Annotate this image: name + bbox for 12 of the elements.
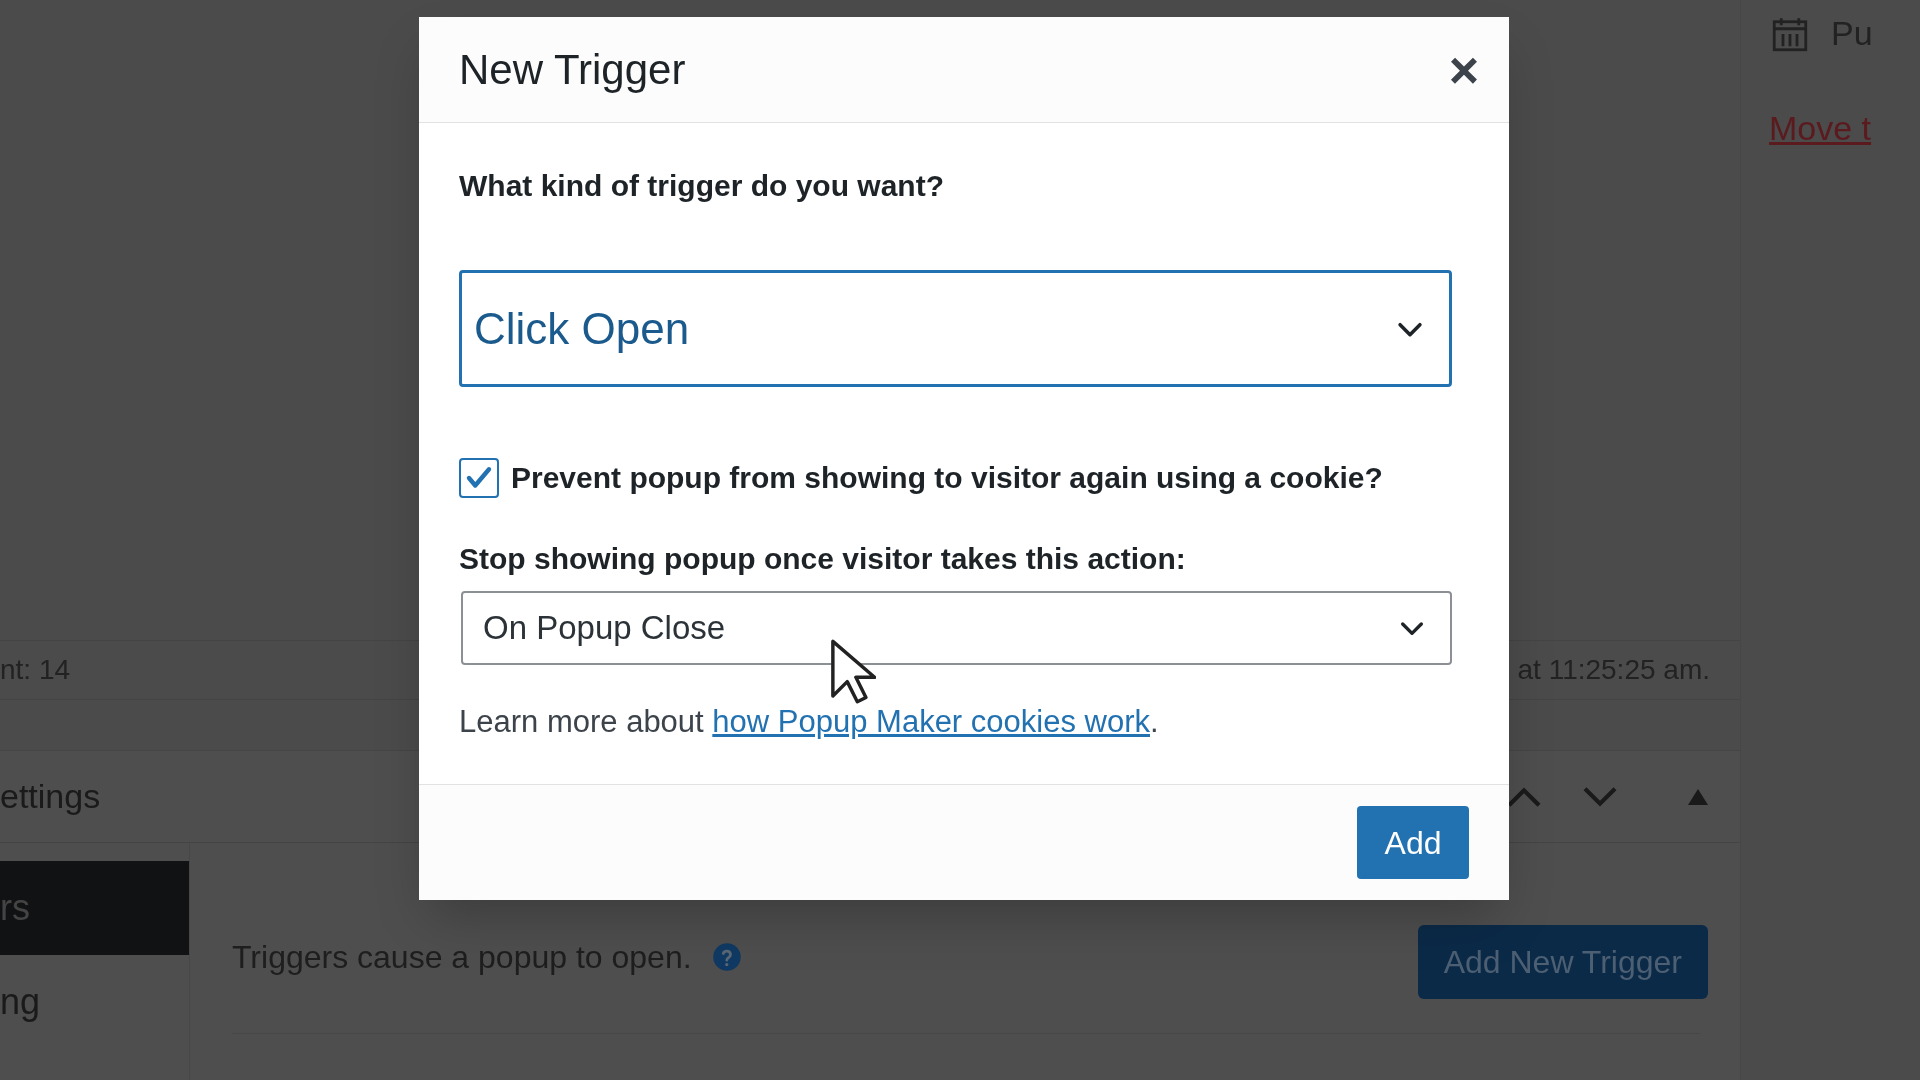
cookie-checkbox[interactable] (459, 457, 499, 498)
trigger-select[interactable]: Click Open (459, 270, 1452, 387)
action-select[interactable]: On Popup Close (461, 591, 1452, 665)
help-icon[interactable] (711, 942, 742, 972)
cookie-checkbox-label: Prevent popup from showing to visitor again using a cookie? (511, 460, 1383, 496)
action-label: Stop showing popup once visitor takes this action: (459, 541, 1187, 577)
dialog-title: New Trigger (459, 45, 686, 95)
cookies-help-link[interactable]: how Popup Maker cookies work (712, 704, 1150, 739)
add-button[interactable]: Add (1357, 806, 1469, 879)
question-text: What kind of trigger do you want? (459, 168, 945, 204)
learn-more-text: Learn more about how Popup Maker cookies work. (459, 703, 1160, 741)
close-button[interactable]: × (1448, 43, 1479, 96)
